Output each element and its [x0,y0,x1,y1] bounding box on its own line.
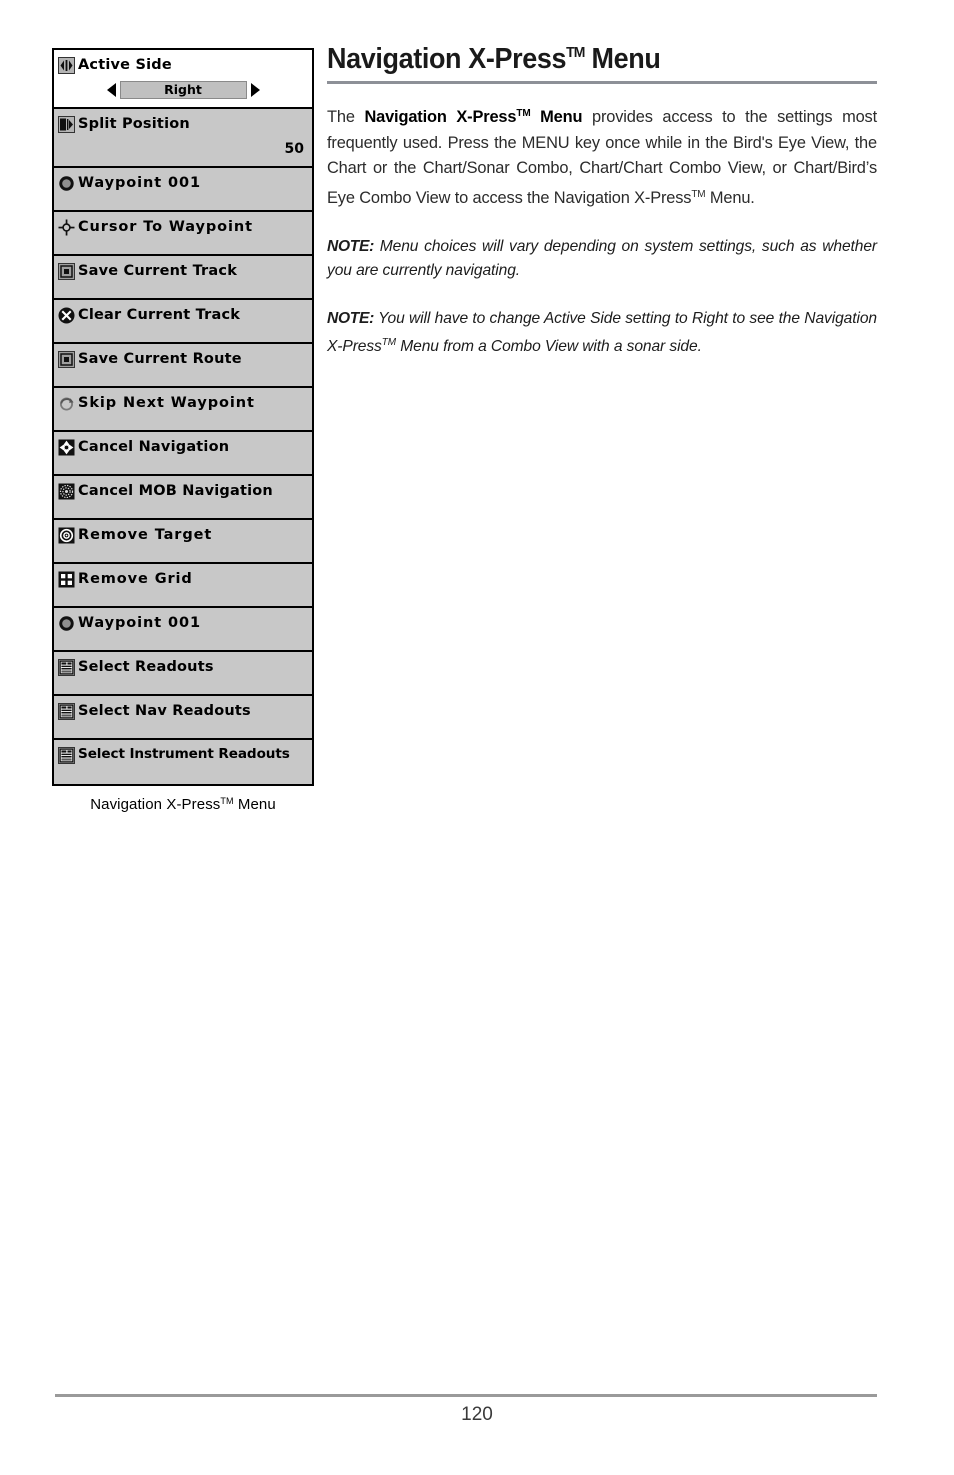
page: Active Side Right Split Position 50 Waypoint… [0,0,954,1475]
remove-grid-icon [58,571,75,588]
menu-row[interactable]: Select Instrument Readouts [54,740,312,784]
note-1: NOTE: Menu choices will vary depending o… [327,235,877,283]
title-divider [327,81,877,85]
select-readouts-icon [58,658,75,676]
menu-row-label: Cancel Navigation [78,438,230,455]
menu-row-main: Select Nav Readouts [58,700,308,722]
menu-row-main: Waypoint 001 [58,612,308,634]
menu-row-main: Select Instrument Readouts [58,744,308,766]
menu-row-main: Split Position [58,113,308,135]
page-number: 120 [461,1404,493,1425]
menu-row-label: Waypoint 001 [78,614,201,631]
select-readouts-icon [58,702,75,720]
menu-row-main: Save Current Track [58,260,308,282]
menu-row-label: Select Nav Readouts [78,702,251,719]
page-title: Navigation X-PressTM Menu [327,43,661,75]
menu-row-value: 50 [58,140,308,157]
menu-row-main: Cursor To Waypoint [58,216,308,238]
split-position-icon [58,115,75,133]
note-2-text: You will have to change Active Side sett… [327,310,877,356]
menu-row-main: Cancel Navigation [58,436,308,458]
menu-row-label: Split Position [78,115,190,132]
menu-row[interactable]: Cancel MOB Navigation [54,476,312,520]
menu-row-main: Select Readouts [58,656,308,678]
menu-row[interactable]: Select Nav Readouts [54,696,312,740]
menu-row-main: Save Current Route [58,348,308,370]
note-2-lead: NOTE: [327,310,375,328]
menu-row[interactable]: Save Current Track [54,256,312,300]
navigation-xpress-menu-panel: Active Side Right Split Position 50 Waypoint… [52,48,314,786]
waypoint-circle-icon [58,175,75,192]
menu-row-label: Cancel MOB Navigation [78,482,273,499]
note-2: NOTE: You will have to change Active Sid… [327,307,877,359]
cancel-navigation-icon [58,439,75,456]
menu-row-label: Skip Next Waypoint [78,394,255,411]
selector-value: Right [164,82,202,97]
menu-row[interactable]: Remove Grid [54,564,312,608]
menu-row[interactable]: Active Side Right [54,50,312,109]
menu-row[interactable]: Waypoint 001 [54,608,312,652]
save-route-icon [58,350,75,368]
menu-row[interactable]: Split Position 50 [54,109,312,168]
article-content: Navigation X-PressTM Menu The Navigation… [327,44,877,359]
menu-row-label: Clear Current Track [78,306,241,323]
menu-row[interactable]: Remove Target [54,520,312,564]
menu-row[interactable]: Waypoint 001 [54,168,312,212]
note-1-lead: NOTE: [327,238,375,256]
selector-left-arrow-icon[interactable] [106,82,116,97]
menu-row-main: Remove Grid [58,568,308,590]
menu-row-main: Clear Current Track [58,304,308,326]
menu-row-main: Skip Next Waypoint [58,392,308,414]
save-track-icon [58,262,75,280]
navigation-xpress-menu-figure: Active Side Right Split Position 50 Waypoint… [52,48,314,813]
menu-row-label: Select Instrument Readouts [78,746,290,763]
menu-row-label: Save Current Route [78,350,242,367]
menu-row[interactable]: Clear Current Track [54,300,312,344]
menu-row[interactable]: Cancel Navigation [54,432,312,476]
menu-row-main: Remove Target [58,524,308,546]
left-right-arrows-icon [58,56,75,74]
waypoint-circle-icon [58,615,75,632]
intro-bold-term: Navigation X-PressTM Menu [364,108,583,127]
selector-right-arrow-icon[interactable] [250,82,260,97]
cursor-crosshair-icon [58,219,75,236]
menu-row-label: Save Current Track [78,262,238,279]
menu-row-label: Remove Target [78,526,213,543]
selector-value-box[interactable]: Right [119,80,247,99]
clear-track-x-icon [58,307,75,324]
menu-row-label: Remove Grid [78,570,193,587]
active-side-selector[interactable]: Right [58,80,308,99]
menu-row-main: Waypoint 001 [58,172,308,194]
menu-row-main: Active Side [58,54,308,76]
menu-row-main: Cancel MOB Navigation [58,480,308,502]
menu-row-label: Cursor To Waypoint [78,218,253,235]
menu-row[interactable]: Select Readouts [54,652,312,696]
menu-row-label: Select Readouts [78,658,214,675]
menu-row[interactable]: Save Current Route [54,344,312,388]
remove-target-icon [58,527,75,544]
menu-row-label: Active Side [78,56,172,73]
note-1-text: Menu choices will vary depending on syst… [327,238,877,280]
menu-row-value: Right [58,80,308,99]
menu-row[interactable]: Cursor To Waypoint [54,212,312,256]
footer-divider [55,1394,877,1397]
intro-paragraph: The Navigation X-PressTM Menu provides a… [327,101,877,211]
split-position-value: 50 [284,140,304,157]
select-readouts-icon [58,746,75,764]
menu-row[interactable]: Skip Next Waypoint [54,388,312,432]
menu-row-label: Waypoint 001 [78,174,201,191]
cancel-mob-navigation-icon [58,483,75,500]
intro-before-bold: The [327,108,365,127]
figure-caption: Navigation X-PressTM Menu [90,796,276,813]
skip-waypoint-arrow-icon [58,395,75,412]
